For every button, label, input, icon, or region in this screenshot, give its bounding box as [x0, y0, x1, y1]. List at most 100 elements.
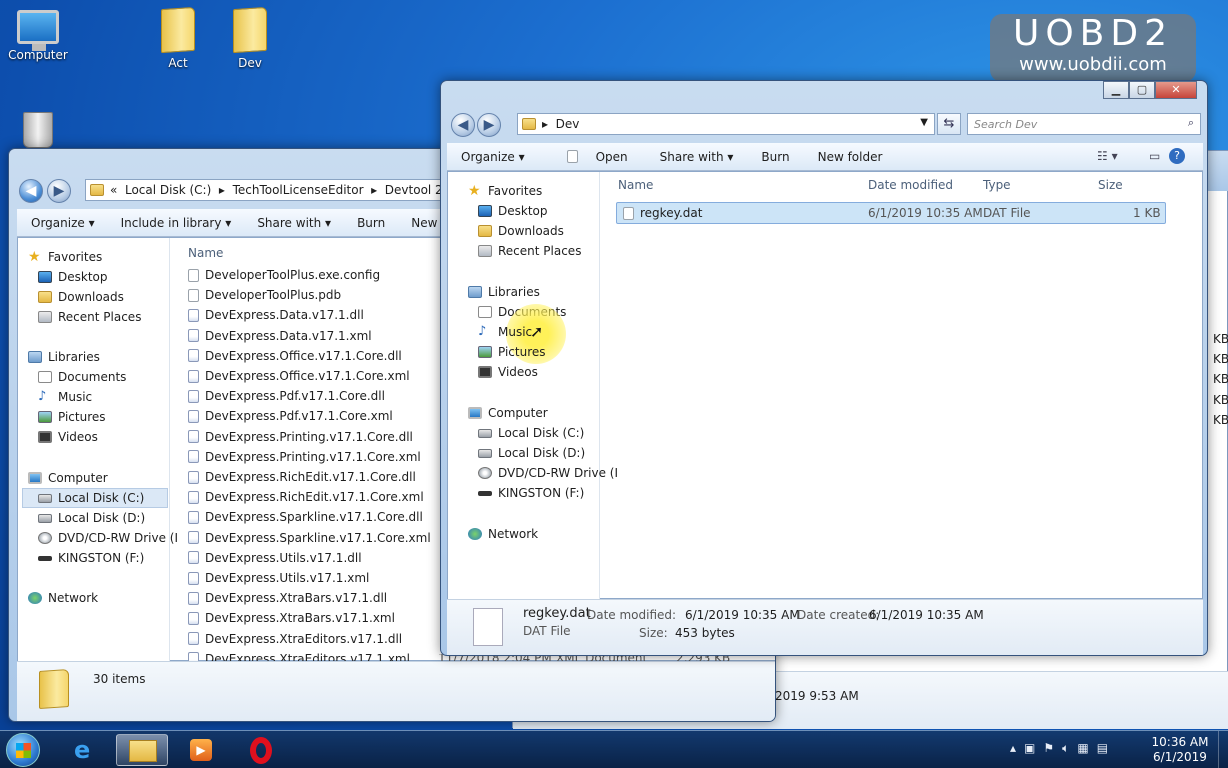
nav-music[interactable]: ♪ Music [38, 390, 92, 404]
breadcrumb-techtool[interactable]: TechToolLicenseEditor [233, 183, 364, 197]
file-row[interactable]: DevExpress.Printing.v17.1.Core.xml [188, 450, 421, 464]
forward-button[interactable]: ▶ [477, 113, 501, 137]
nav-computer[interactable]: Computer [28, 471, 108, 485]
nav-pictures[interactable]: Pictures [478, 345, 546, 359]
taskbar-media[interactable]: ▶ [176, 734, 228, 766]
file-row[interactable]: DevExpress.Sparkline.v17.1.Core.xml [188, 531, 431, 545]
show-desktop-button[interactable] [1218, 731, 1228, 768]
desktop-act-folder[interactable]: Act [140, 6, 216, 70]
burn-button[interactable]: Burn [357, 216, 385, 230]
nav-local-disk-c[interactable]: Local Disk (C:) [478, 426, 584, 440]
column-header-type[interactable]: Type [983, 178, 1011, 192]
taskbar-ie[interactable]: e [62, 734, 114, 766]
nav-documents[interactable]: Documents [38, 370, 126, 384]
file-row[interactable]: DevExpress.Utils.v17.1.dll [188, 551, 362, 565]
file-row[interactable]: DevExpress.XtraBars.v17.1.xml [188, 611, 395, 625]
file-row[interactable]: DevExpress.Printing.v17.1.Core.dll [188, 430, 413, 444]
nav-downloads[interactable]: Downloads [38, 290, 124, 304]
back-button[interactable]: ◀ [19, 179, 43, 203]
breadcrumb-dev[interactable]: Dev [556, 117, 580, 131]
organize-button[interactable]: Organize ▾ [31, 216, 95, 230]
desktop-computer-icon[interactable]: Computer [0, 10, 76, 62]
nav-local-disk-d[interactable]: Local Disk (D:) [478, 446, 585, 460]
nav-network[interactable]: Network [28, 591, 98, 605]
start-button[interactable] [6, 733, 40, 767]
file-row[interactable]: DevExpress.RichEdit.v17.1.Core.xml [188, 490, 424, 504]
views-icon[interactable]: ☷ ▾ [1097, 149, 1118, 163]
nav-recent-places[interactable]: Recent Places [38, 310, 141, 324]
nav-kingston[interactable]: KINGSTON (F:) [38, 551, 144, 565]
nav-pictures[interactable]: Pictures [38, 410, 106, 424]
column-header-size[interactable]: Size [1098, 178, 1123, 192]
taskbar-opera[interactable] [236, 734, 288, 766]
back-button[interactable]: ◀ [451, 113, 475, 137]
column-header-name[interactable]: Name [618, 178, 653, 192]
nav-computer[interactable]: Computer [468, 406, 548, 420]
volume-icon[interactable]: 🔈︎ [1062, 741, 1077, 755]
nav-libraries[interactable]: Libraries [468, 285, 540, 299]
forward-button[interactable]: ▶ [47, 179, 71, 203]
nav-dvd-drive[interactable]: DVD/CD-RW Drive (I [478, 466, 618, 480]
action-center-icon[interactable]: ▦ [1077, 741, 1096, 755]
file-row[interactable]: DevExpress.RichEdit.v17.1.Core.dll [188, 470, 416, 484]
file-row[interactable]: DevExpress.Office.v17.1.Core.dll [188, 349, 402, 363]
nav-music[interactable]: ♪ Music [478, 325, 532, 339]
include-in-library-button[interactable]: Include in library ▾ [121, 216, 232, 230]
organize-button[interactable]: Organize ▾ [461, 150, 525, 164]
nav-dvd-drive[interactable]: DVD/CD-RW Drive (I [38, 531, 178, 545]
column-header-date[interactable]: Date modified [868, 178, 953, 192]
share-with-button[interactable]: Share with ▾ [257, 216, 331, 230]
chevron-down-icon[interactable]: ▼ [920, 117, 928, 128]
file-row[interactable]: DevExpress.Data.v17.1.dll [188, 308, 364, 322]
minimize-button[interactable]: ▁ [1103, 81, 1129, 99]
column-header-name[interactable]: Name [188, 246, 223, 260]
nav-desktop[interactable]: Desktop [38, 270, 108, 284]
burn-button[interactable]: Burn [761, 150, 789, 164]
file-row[interactable]: DevExpress.Data.v17.1.xml [188, 329, 372, 343]
file-row[interactable]: DevExpress.Sparkline.v17.1.Core.dll [188, 510, 423, 524]
close-button[interactable]: ✕ [1155, 81, 1197, 99]
nav-libraries[interactable]: Libraries [28, 350, 100, 364]
search-input[interactable]: Search Dev ⌕ [967, 113, 1201, 135]
desktop-dev-folder[interactable]: Dev [212, 6, 288, 70]
nav-favorites[interactable]: ★ Favorites [468, 184, 542, 198]
share-with-button[interactable]: Share with ▾ [660, 150, 734, 164]
address-bar[interactable]: ▸ Dev ▼ [517, 113, 935, 135]
refresh-button[interactable]: ⇆ [937, 113, 961, 135]
explorer-window-dev[interactable]: ▁ ▢ ✕ ◀ ▶ ▸ Dev ▼ ⇆ Search Dev ⌕ Organiz… [440, 80, 1208, 656]
file-row[interactable]: DevExpress.Office.v17.1.Core.xml [188, 369, 410, 383]
file-row[interactable]: DevExpress.Pdf.v17.1.Core.xml [188, 409, 393, 423]
file-row[interactable]: DevExpress.XtraEditors.v17.1.dll [188, 632, 402, 646]
nav-videos[interactable]: Videos [38, 430, 98, 444]
file-row[interactable]: DeveloperToolPlus.exe.config [188, 268, 380, 282]
power-icon[interactable]: ▤ [1097, 741, 1116, 755]
nav-kingston[interactable]: KINGSTON (F:) [478, 486, 584, 500]
file-row[interactable]: DevExpress.XtraBars.v17.1.dll [188, 591, 387, 605]
nav-recent-places[interactable]: Recent Places [478, 244, 581, 258]
breadcrumb-overflow[interactable]: « [110, 183, 117, 197]
file-row-selected[interactable]: regkey.dat 6/1/2019 10:35 AM DAT File 1 … [616, 202, 1166, 224]
nav-downloads[interactable]: Downloads [478, 224, 564, 238]
preview-pane-icon[interactable]: ▭ [1149, 149, 1160, 163]
file-row[interactable]: DevExpress.Utils.v17.1.xml [188, 571, 369, 585]
open-button[interactable]: Open [553, 150, 632, 164]
flag-icon[interactable]: ⚑ [1043, 741, 1062, 755]
nav-local-disk-c[interactable]: Local Disk (C:) [38, 491, 144, 505]
nav-network[interactable]: Network [468, 527, 538, 541]
clock[interactable]: 10:36 AM 6/1/2019 [1150, 735, 1210, 765]
file-row[interactable]: DevExpress.Pdf.v17.1.Core.dll [188, 389, 385, 403]
file-row[interactable]: DeveloperToolPlus.pdb [188, 288, 341, 302]
taskbar-explorer[interactable] [116, 734, 168, 766]
nav-videos[interactable]: Videos [478, 365, 538, 379]
desktop-recycle-bin[interactable] [0, 112, 76, 152]
nav-favorites[interactable]: ★ Favorites [28, 250, 102, 264]
show-hidden-icon[interactable]: ▴ [1010, 741, 1024, 755]
network-tray-icon[interactable]: ▣ [1024, 741, 1043, 755]
breadcrumb-local-disk[interactable]: Local Disk (C:) [125, 183, 211, 197]
search-icon[interactable]: ⌕ [1188, 116, 1194, 130]
maximize-button[interactable]: ▢ [1129, 81, 1155, 99]
nav-desktop[interactable]: Desktop [478, 204, 548, 218]
new-folder-button[interactable]: New folder [818, 150, 883, 164]
nav-local-disk-d[interactable]: Local Disk (D:) [38, 511, 145, 525]
help-icon[interactable]: ? [1169, 148, 1185, 164]
